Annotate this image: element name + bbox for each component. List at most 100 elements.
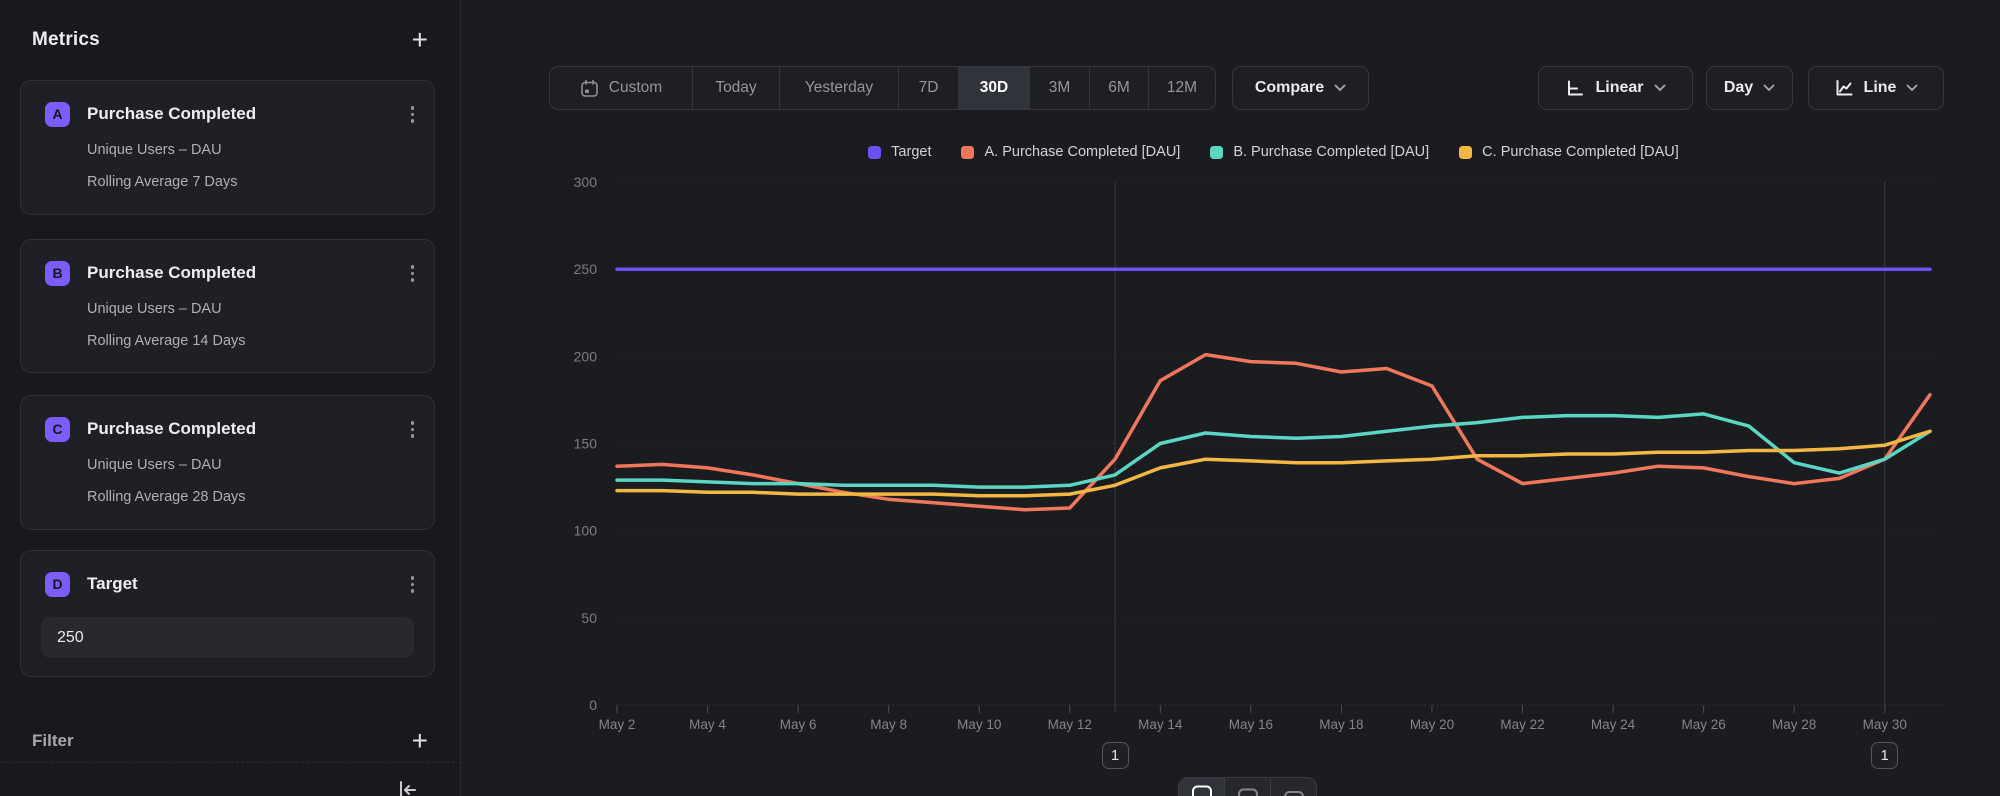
scale-select-button[interactable]: Linear bbox=[1538, 66, 1693, 110]
metric-transform: Rolling Average 28 Days bbox=[87, 489, 410, 506]
dashboard-root: Metrics + A Purchase Completed Unique Us… bbox=[0, 0, 2000, 796]
svg-text:May 24: May 24 bbox=[1591, 717, 1636, 732]
date-range-30d[interactable]: 30D bbox=[958, 67, 1029, 109]
add-filter-button[interactable]: + bbox=[412, 727, 428, 755]
filter-section: Filter + bbox=[32, 726, 428, 756]
compare-button[interactable]: Compare bbox=[1232, 66, 1369, 110]
chart-height-small-button[interactable] bbox=[1270, 778, 1316, 796]
short-rect-icon bbox=[1282, 784, 1306, 796]
metric-card-b[interactable]: B Purchase Completed Unique Users – DAU … bbox=[20, 239, 435, 373]
interval-select-button[interactable]: Day bbox=[1706, 66, 1793, 110]
metric-title: Purchase Completed bbox=[87, 263, 256, 283]
svg-text:May 8: May 8 bbox=[870, 717, 907, 732]
sidebar-header: Metrics + bbox=[32, 24, 428, 56]
metric-transform: Rolling Average 14 Days bbox=[87, 333, 410, 350]
svg-text:May 16: May 16 bbox=[1229, 717, 1273, 732]
metric-title: Purchase Completed bbox=[87, 419, 256, 439]
metric-measure: Unique Users – DAU bbox=[87, 142, 410, 159]
chevron-down-icon bbox=[1654, 84, 1666, 92]
legend-swatch bbox=[1210, 146, 1223, 159]
legend-swatch bbox=[961, 146, 974, 159]
svg-text:200: 200 bbox=[574, 348, 598, 364]
legend-item[interactable]: B. Purchase Completed [DAU] bbox=[1210, 144, 1429, 160]
chart-height-medium-button[interactable] bbox=[1224, 778, 1270, 796]
target-card[interactable]: D Target 250 bbox=[20, 550, 435, 677]
annotation-marker-2[interactable]: 1 bbox=[1871, 742, 1898, 769]
date-range-today[interactable]: Today bbox=[692, 67, 779, 109]
metric-card-c[interactable]: C Purchase Completed Unique Users – DAU … bbox=[20, 395, 435, 530]
metric-card-header: C Purchase Completed bbox=[45, 416, 410, 442]
svg-text:300: 300 bbox=[574, 174, 598, 190]
svg-text:May 26: May 26 bbox=[1681, 717, 1725, 732]
metric-card-header: A Purchase Completed bbox=[45, 101, 410, 127]
date-range-custom[interactable]: Custom bbox=[550, 67, 692, 109]
target-value-input[interactable]: 250 bbox=[41, 617, 414, 658]
tall-rect-icon bbox=[1190, 784, 1214, 796]
annotation-marker-1[interactable]: 1 bbox=[1102, 742, 1129, 769]
svg-text:May 28: May 28 bbox=[1772, 717, 1816, 732]
kebab-menu-icon[interactable] bbox=[409, 263, 417, 284]
metric-letter-badge: B bbox=[45, 261, 70, 286]
svg-text:50: 50 bbox=[581, 610, 597, 626]
svg-text:May 2: May 2 bbox=[599, 717, 636, 732]
legend-item[interactable]: C. Purchase Completed [DAU] bbox=[1459, 144, 1679, 160]
svg-text:May 6: May 6 bbox=[780, 717, 817, 732]
svg-text:May 18: May 18 bbox=[1319, 717, 1363, 732]
legend-swatch bbox=[868, 146, 881, 159]
date-range-7d[interactable]: 7D bbox=[898, 67, 958, 109]
date-range-12m[interactable]: 12M bbox=[1148, 67, 1215, 109]
kebab-menu-icon[interactable] bbox=[409, 419, 417, 440]
svg-text:May 22: May 22 bbox=[1500, 717, 1544, 732]
metric-letter-badge: C bbox=[45, 417, 70, 442]
svg-text:250: 250 bbox=[574, 261, 598, 277]
metric-letter-badge: D bbox=[45, 572, 70, 597]
chart-height-control bbox=[1178, 777, 1317, 796]
metric-card-a[interactable]: A Purchase Completed Unique Users – DAU … bbox=[20, 80, 435, 215]
legend-item[interactable]: Target bbox=[868, 144, 931, 160]
sidebar-title: Metrics bbox=[32, 29, 100, 51]
date-range-yesterday[interactable]: Yesterday bbox=[779, 67, 898, 109]
sidebar-divider bbox=[0, 762, 460, 763]
metric-card-header: D Target bbox=[45, 571, 410, 597]
svg-text:0: 0 bbox=[589, 697, 597, 713]
chevron-down-icon bbox=[1334, 84, 1346, 92]
legend-label: A. Purchase Completed [DAU] bbox=[984, 144, 1180, 160]
chevron-down-icon bbox=[1763, 84, 1775, 92]
svg-text:100: 100 bbox=[574, 523, 598, 539]
chart-height-large-button[interactable] bbox=[1179, 778, 1224, 796]
filter-label: Filter bbox=[32, 731, 74, 751]
metric-transform: Rolling Average 7 Days bbox=[87, 174, 410, 191]
svg-text:May 14: May 14 bbox=[1138, 717, 1183, 732]
kebab-menu-icon[interactable] bbox=[409, 574, 417, 595]
metric-title: Purchase Completed bbox=[87, 104, 256, 124]
date-range-control: Custom Today Yesterday 7D 30D 3M 6M 12M bbox=[549, 66, 1216, 110]
svg-text:May 10: May 10 bbox=[957, 717, 1001, 732]
legend-label: B. Purchase Completed [DAU] bbox=[1233, 144, 1429, 160]
svg-text:May 4: May 4 bbox=[689, 717, 726, 732]
metric-measure: Unique Users – DAU bbox=[87, 457, 410, 474]
metric-measure: Unique Users – DAU bbox=[87, 301, 410, 318]
legend-item[interactable]: A. Purchase Completed [DAU] bbox=[961, 144, 1180, 160]
date-range-3m[interactable]: 3M bbox=[1029, 67, 1089, 109]
svg-text:150: 150 bbox=[574, 436, 598, 452]
legend-label: Target bbox=[891, 144, 931, 160]
legend-swatch bbox=[1459, 146, 1472, 159]
metric-card-header: B Purchase Completed bbox=[45, 260, 410, 286]
add-metric-button[interactable]: + bbox=[412, 26, 428, 54]
metrics-sidebar: Metrics + A Purchase Completed Unique Us… bbox=[0, 0, 461, 796]
linear-scale-icon bbox=[1565, 79, 1585, 97]
kebab-menu-icon[interactable] bbox=[409, 104, 417, 125]
svg-text:May 20: May 20 bbox=[1410, 717, 1454, 732]
collapse-left-icon bbox=[396, 779, 418, 796]
line-chart-icon bbox=[1834, 79, 1854, 97]
svg-text:May 12: May 12 bbox=[1048, 717, 1092, 732]
medium-rect-icon bbox=[1236, 784, 1260, 796]
metric-letter-badge: A bbox=[45, 102, 70, 127]
collapse-sidebar-button[interactable] bbox=[392, 776, 422, 796]
metric-title: Target bbox=[87, 574, 138, 594]
chart-legend: Target A. Purchase Completed [DAU] B. Pu… bbox=[617, 139, 1930, 165]
legend-label: C. Purchase Completed [DAU] bbox=[1482, 144, 1679, 160]
chevron-down-icon bbox=[1906, 84, 1918, 92]
chart-type-select-button[interactable]: Line bbox=[1808, 66, 1944, 110]
date-range-6m[interactable]: 6M bbox=[1089, 67, 1148, 109]
